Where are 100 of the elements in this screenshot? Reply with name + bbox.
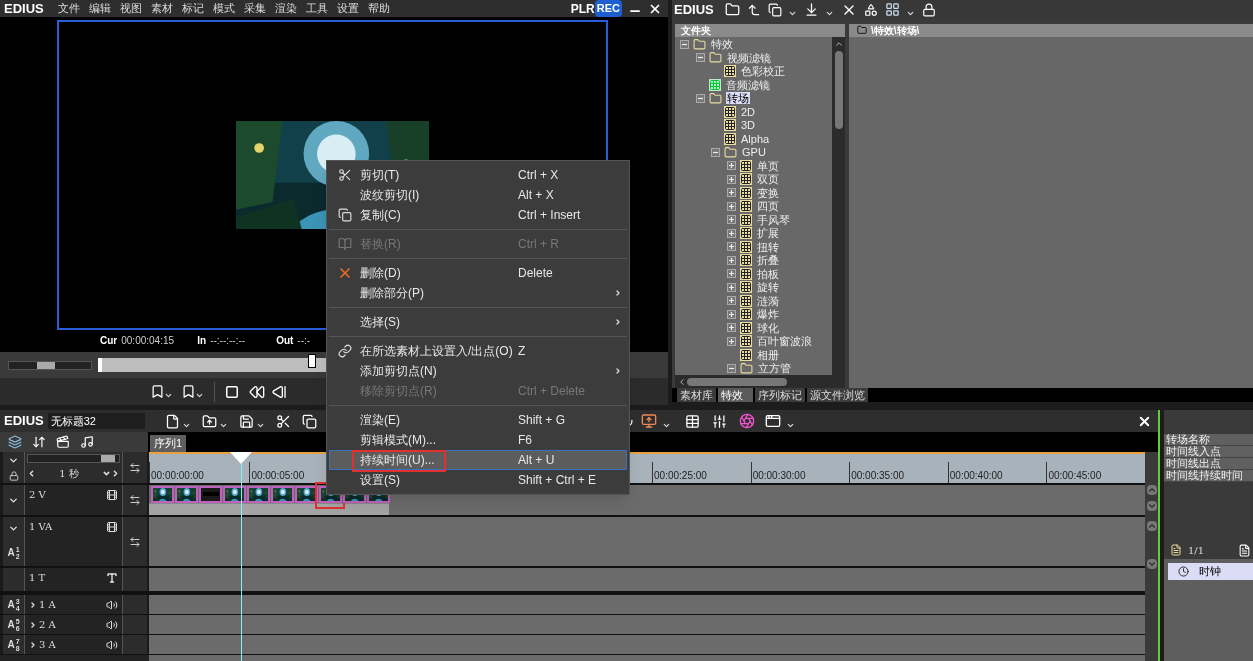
scroll-down-icon[interactable]: [1146, 559, 1157, 569]
track-header[interactable]: 2 A: [25, 615, 123, 634]
video-clip[interactable]: [223, 485, 246, 503]
track-header[interactable]: 1 T: [25, 568, 123, 591]
expand-toggle[interactable]: [726, 296, 736, 306]
slider-thumb[interactable]: [36, 361, 55, 369]
video-clip[interactable]: [175, 485, 198, 503]
zoom-out-icon[interactable]: [27, 469, 36, 479]
playhead-handle[interactable]: [230, 452, 253, 464]
save-icon[interactable]: [238, 413, 254, 429]
panel-tab[interactable]: 素材库: [677, 388, 716, 402]
lock-icon[interactable]: [921, 2, 936, 17]
sync-icon[interactable]: [129, 494, 141, 506]
project-name-field[interactable]: 无标题32: [47, 413, 145, 429]
menu-item[interactable]: 编辑: [84, 0, 116, 17]
vertical-scrollbar[interactable]: [832, 36, 845, 375]
copy-icon[interactable]: [301, 413, 317, 429]
expand-toggle[interactable]: [726, 309, 736, 319]
menu-item[interactable]: 选择(S): [329, 312, 627, 332]
menu-item[interactable]: 模式: [208, 0, 240, 17]
track-header[interactable]: 1 A: [25, 595, 123, 614]
step-back-icon[interactable]: [271, 383, 287, 400]
collapse-toggle[interactable]: [726, 363, 736, 373]
tree-item[interactable]: 拍板: [755, 267, 780, 280]
expand-icon[interactable]: [29, 640, 37, 649]
speaker-icon[interactable]: [106, 618, 118, 631]
caret-icon[interactable]: [195, 391, 204, 400]
track-header[interactable]: 2 V: [25, 485, 123, 515]
menu-item[interactable]: 剪辑模式(M)... F6: [329, 430, 627, 450]
track-lane[interactable]: [149, 517, 1145, 568]
folder-icon[interactable]: [724, 2, 740, 18]
lock-icon[interactable]: [8, 470, 19, 481]
collapse-toggle[interactable]: [695, 53, 705, 63]
tree-item[interactable]: 2D: [740, 105, 757, 118]
tree-item[interactable]: 爆炸: [755, 308, 780, 321]
horizontal-scrollbar[interactable]: [675, 375, 845, 388]
monitor-icon[interactable]: [640, 413, 657, 429]
open-folder-icon[interactable]: [201, 413, 217, 429]
tree-item[interactable]: 扩展: [755, 227, 780, 240]
tree-item[interactable]: 特效: [710, 38, 734, 51]
panel-tab[interactable]: 源文件浏览: [807, 388, 868, 402]
tree-item[interactable]: 3D: [740, 119, 757, 132]
audio-mode-icon[interactable]: [80, 435, 94, 449]
scroll-thumb[interactable]: [834, 50, 843, 129]
rec-badge[interactable]: REC: [594, 0, 622, 17]
expand-toggle[interactable]: [726, 188, 736, 198]
menu-item[interactable]: 帮助: [363, 0, 395, 17]
scissors-icon[interactable]: [275, 413, 291, 429]
color-wheel-icon[interactable]: [738, 413, 755, 429]
text-icon[interactable]: [106, 571, 118, 584]
slider-thumb[interactable]: [101, 454, 116, 462]
expand-toggle[interactable]: [726, 336, 736, 346]
menu-item[interactable]: 渲染: [270, 0, 302, 17]
shuttle-slider[interactable]: [8, 360, 92, 370]
tree-item[interactable]: 视频滤镜: [725, 51, 772, 64]
menu-item[interactable]: 标记: [177, 0, 209, 17]
menu-item[interactable]: 持续时间(U)... Alt + U: [329, 450, 627, 470]
collapse-toggle[interactable]: [695, 93, 705, 103]
track-header[interactable]: 1 VA: [25, 517, 123, 566]
tree-item[interactable]: 转场: [725, 92, 750, 105]
menu-item[interactable]: 素材: [146, 0, 178, 17]
tree-item[interactable]: GPU: [741, 146, 767, 159]
track-icon[interactable]: [8, 435, 22, 449]
speaker-icon[interactable]: [106, 598, 118, 611]
track-lane[interactable]: [149, 568, 1145, 595]
scroll-thumb[interactable]: [687, 377, 787, 386]
mixer-icon[interactable]: [711, 413, 727, 429]
tree-item[interactable]: 双页: [755, 173, 780, 186]
position-marker[interactable]: [307, 354, 316, 368]
tree-item[interactable]: 变换: [755, 186, 780, 199]
sync-icon[interactable]: [129, 535, 141, 548]
tree-item[interactable]: 单页: [755, 159, 780, 172]
menu-item[interactable]: 复制(C) Ctrl + Insert: [329, 205, 627, 225]
expand-toggle[interactable]: [726, 269, 736, 279]
collapse-toggle[interactable]: [711, 147, 720, 157]
expand-toggle[interactable]: [726, 201, 736, 211]
list-view-icon[interactable]: [1238, 543, 1251, 557]
rewind-icon[interactable]: [249, 383, 265, 400]
window-icon[interactable]: [764, 413, 781, 429]
expand-toggle[interactable]: [726, 215, 736, 225]
expand-toggle[interactable]: [726, 282, 736, 292]
video-clip[interactable]: [271, 485, 294, 503]
tree-item[interactable]: 相册: [755, 348, 780, 361]
expand-icon[interactable]: [29, 600, 37, 609]
shapes-icon[interactable]: [863, 2, 878, 17]
tree-item[interactable]: 百叶窗波浪: [755, 335, 813, 348]
tree-item[interactable]: 涟漪: [755, 294, 780, 307]
mark-in-icon[interactable]: [150, 384, 165, 399]
tree-item[interactable]: 立方管: [756, 362, 792, 375]
sync-icon[interactable]: [129, 461, 141, 474]
zoom-in-icon[interactable]: [111, 469, 120, 479]
expand-toggle[interactable]: [726, 174, 736, 184]
tree-item[interactable]: 旋转: [755, 281, 780, 294]
expand-toggle[interactable]: [726, 242, 736, 252]
menu-item[interactable]: 渲染(E) Shift + G: [329, 410, 627, 430]
scroll-down-icon[interactable]: [1146, 501, 1157, 511]
panel-tab[interactable]: 序列标记: [755, 388, 805, 402]
video-clip[interactable]: [199, 485, 222, 503]
track-lane[interactable]: [149, 503, 1145, 515]
track-lane[interactable]: [149, 615, 1145, 635]
